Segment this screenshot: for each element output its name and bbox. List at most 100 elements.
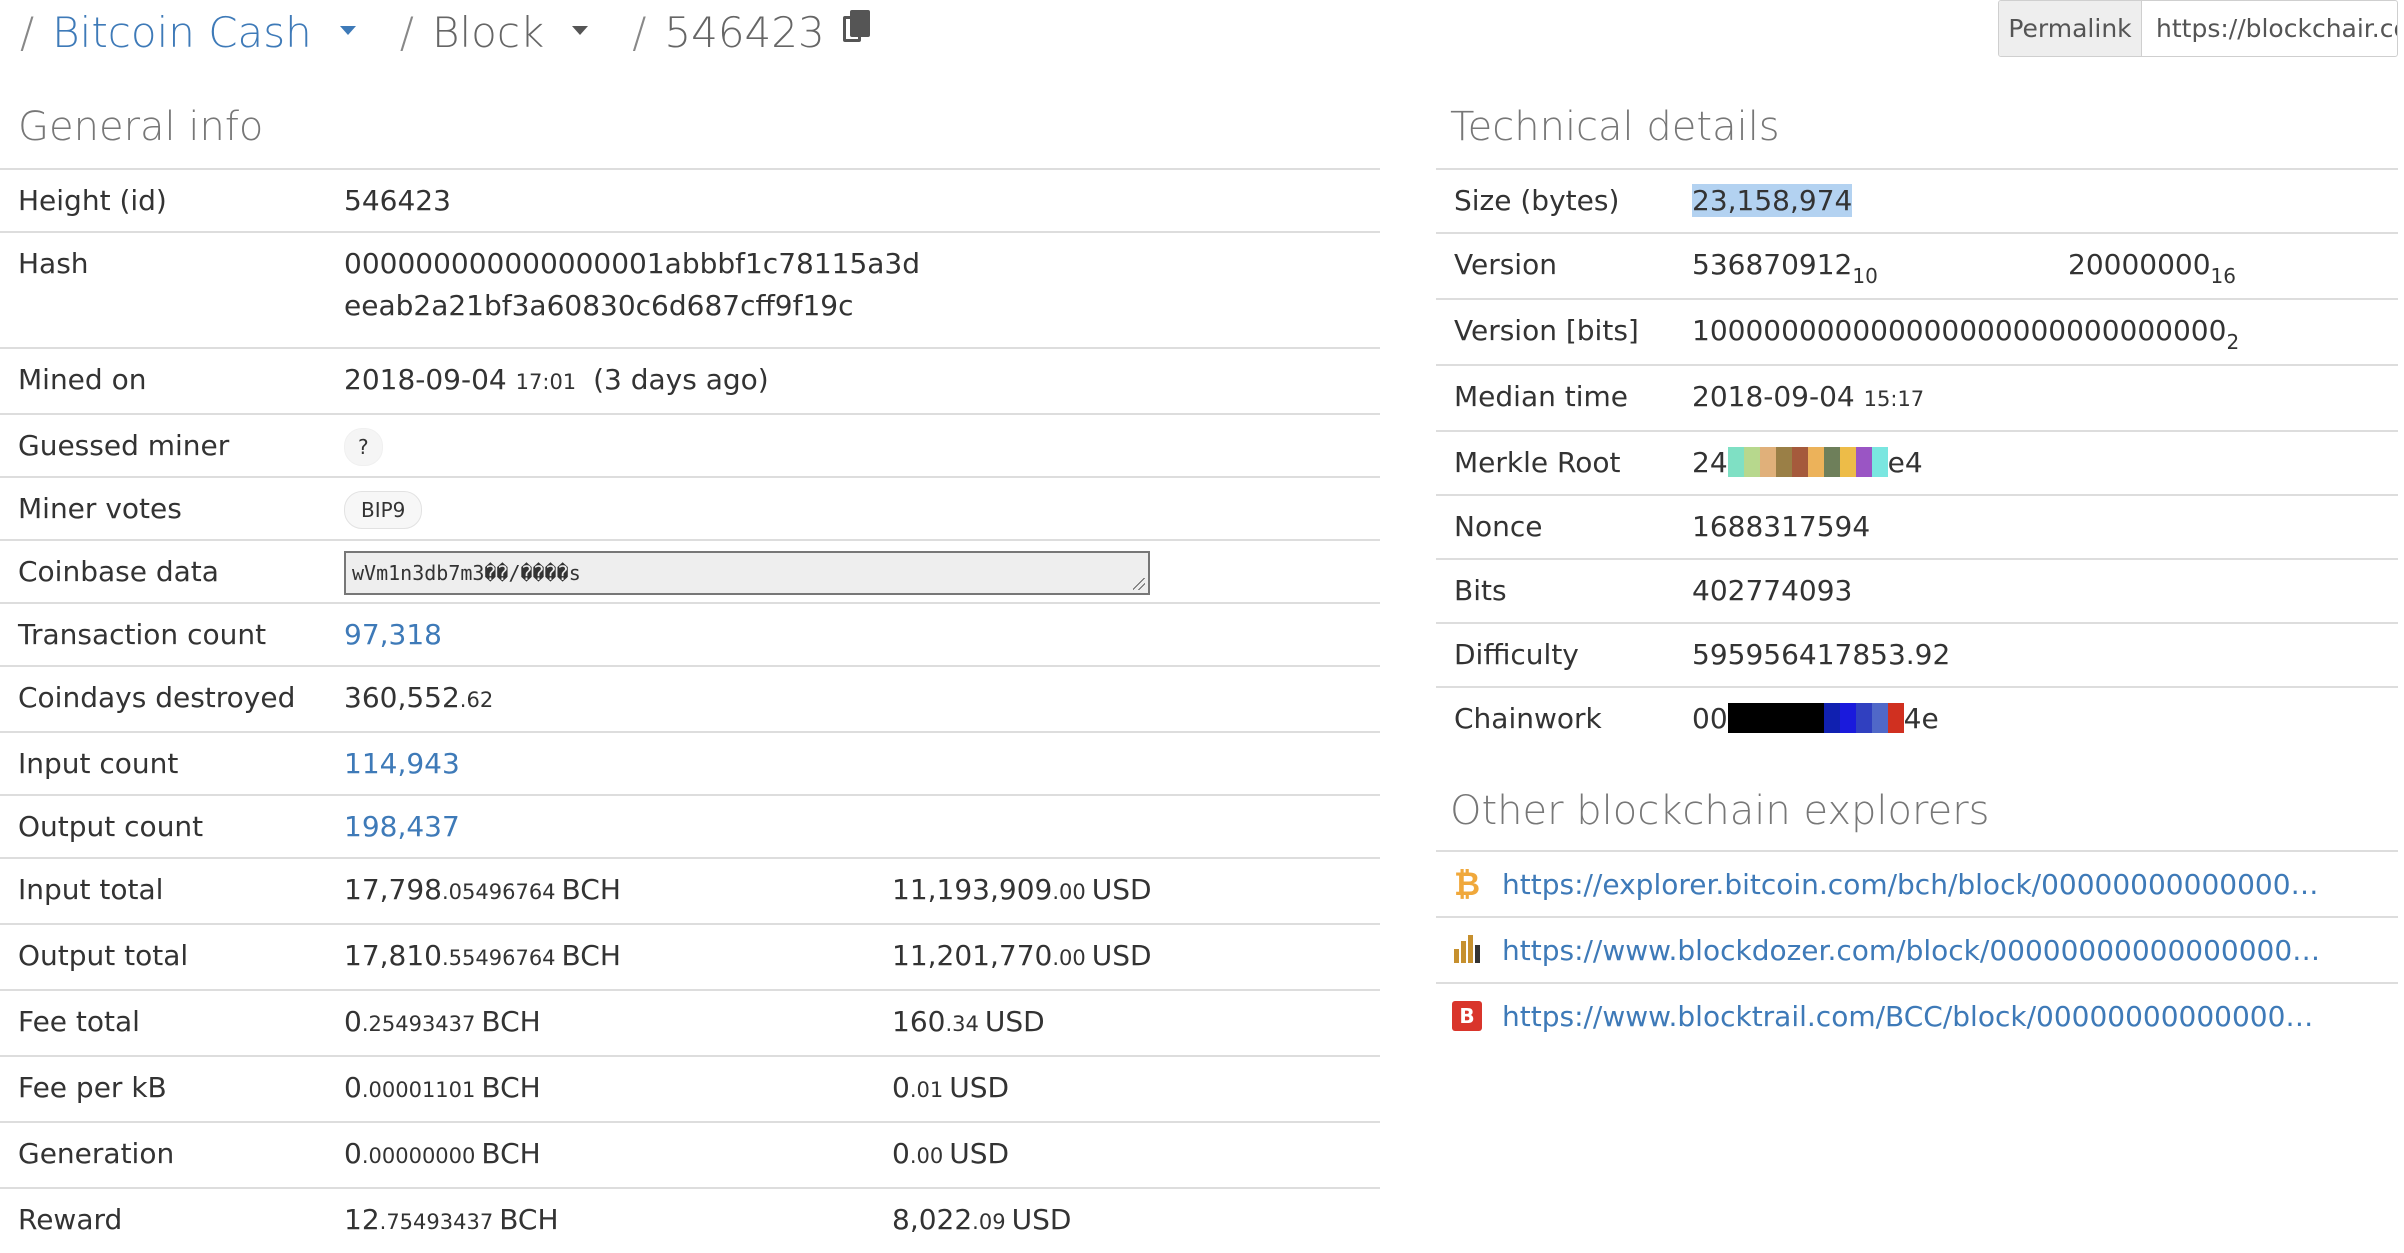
mined-date: 2018-09-04 [344,363,507,396]
hash-color-swatch [1791,447,1808,477]
output-count-link[interactable]: 198,437 [344,810,460,843]
permalink-group: Permalink https://blockchair.com [1998,0,2398,57]
coindays-value: 360,552.62 [344,666,1380,732]
row-label: Output total [18,939,189,972]
table-row: Merkle Root 24 e4 [1436,431,2399,495]
explorers-list: ₿ https://explorer.bitcoin.com/bch/block… [1436,850,2398,1048]
row-label: Fee total [18,1005,140,1038]
mined-value: 2018-09-04 17:01 (3 days ago) [344,348,1380,414]
usd-amount: 11,193,909.00 USD [892,873,1152,906]
table-row: Median time 2018-09-04 15:17 [1436,365,2399,431]
breadcrumb-separator: / [399,7,414,57]
version-bits-value: 1000000000000000000000000000002 [1692,314,2240,354]
breadcrumb-entity[interactable]: Block [432,8,544,57]
median-time-value: 2018-09-04 15:17 [1692,380,1925,413]
permalink-url-field[interactable]: https://blockchair.com [2142,1,2397,56]
hash-line-1: 000000000000000001abbbf1c78115a3d [344,247,921,280]
hash-color-swatch [1839,447,1856,477]
table-row: Output total 17,810.55496764 BCH 11,201,7… [0,924,1381,990]
table-row: Miner votes BIP9 [0,477,1381,540]
breadcrumb-chain-link[interactable]: Bitcoin Cash [52,8,312,57]
table-row: Coindays destroyed 360,552.62 [0,666,1381,732]
table-row: Output count 198,437 [0,795,1381,858]
miner-votes-badge[interactable]: BIP9 [344,491,423,529]
explorer-link-bitcoin-com[interactable]: https://explorer.bitcoin.com/bch/block/0… [1502,868,2322,901]
row-label: Chainwork [1454,702,1602,735]
row-label: Input total [18,873,164,906]
row-label: Transaction count [18,618,267,651]
bch-amount: 17,810.55496764 BCH [344,939,621,972]
coindays-frac: .62 [459,688,494,712]
permalink-button[interactable]: Permalink [1999,1,2142,56]
transaction-count-link[interactable]: 97,318 [344,618,442,651]
table-row: Bits 402774093 [1436,559,2399,623]
usd-amount: 0.00 USD [892,1137,1010,1170]
hash-value: 000000000000000001abbbf1c78115a3d eeab2a… [344,232,1380,348]
input-count-link[interactable]: 114,943 [344,747,460,780]
general-info-title: General info [18,104,264,150]
entity-dropdown-caret-icon[interactable] [572,25,589,35]
list-item: ₿ https://explorer.bitcoin.com/bch/block… [1436,850,2398,916]
height-value: 546423 [344,184,451,217]
usd-amount: 0.01 USD [892,1071,1010,1104]
breadcrumb: / Bitcoin Cash / Block / 546423 [20,2,871,62]
table-row: Coinbase data wVm1n3db7m3��/����s [0,540,1381,603]
coinbase-data-text: wVm1n3db7m3��/����s [352,561,581,585]
size-value: 23,158,974 [1692,184,1853,217]
row-label: Version [1454,248,1557,281]
table-row: Chainwork 00 4e [1436,687,2399,750]
chain-dropdown-caret-icon[interactable] [339,25,356,35]
row-label: Mined on [18,363,147,396]
row-label: Reward [18,1203,123,1236]
general-info-table: Height (id) 546423 Hash 0000000000000000… [0,168,1381,1253]
table-row: Input count 114,943 [0,732,1381,795]
row-label: Difficulty [1454,638,1579,671]
row-label: Fee per kB [18,1071,167,1104]
table-row: Generation 0.00000000 BCH 0.00 USD [0,1122,1381,1188]
row-label: Version [bits] [1454,314,1639,347]
difficulty-value: 595956417853.92 [1692,638,1951,671]
other-explorers-title: Other blockchain explorers [1450,788,1990,834]
bch-amount: 17,798.05496764 BCH [344,873,621,906]
explorer-link-blockdozer[interactable]: https://www.blockdozer.com/block/0000000… [1502,934,2322,967]
hash-color-swatch [1775,447,1792,477]
table-row: Size (bytes) 23,158,974 [1436,169,2399,233]
row-label: Size (bytes) [1454,184,1620,217]
list-item: https://www.blockdozer.com/block/0000000… [1436,916,2398,982]
explorer-link-blocktrail[interactable]: https://www.blocktrail.com/BCC/block/000… [1502,1000,2322,1033]
hash-line-2: eeab2a21bf3a60830c6d687cff9f19c [344,289,854,322]
nonce-value: 1688317594 [1692,510,1871,543]
blockdozer-icon [1452,935,1482,965]
technical-details-table: Size (bytes) 23,158,974 Version 53687091… [1436,168,2399,750]
hash-color-swatch [1775,703,1792,733]
copy-icon[interactable] [842,10,871,42]
table-row: Guessed miner ? [0,414,1381,477]
table-row: Reward 12.75493437 BCH 8,022.09 USD [0,1188,1381,1253]
guessed-miner-badge[interactable]: ? [344,428,383,466]
table-row: Version [bits] 1000000000000000000000000… [1436,299,2399,365]
table-row: Nonce 1688317594 [1436,495,2399,559]
row-label: Input count [18,747,179,780]
chainwork-color-swatches [1727,702,1904,735]
breadcrumb-separator: / [20,7,35,57]
row-label: Hash [18,247,89,280]
bits-value: 402774093 [1692,574,1853,607]
bch-amount: 0.00000000 BCH [344,1137,541,1170]
hash-color-swatch [1887,703,1904,733]
hash-color-swatch [1791,703,1808,733]
resize-grip-icon[interactable] [1133,578,1145,590]
table-row: Input total 17,798.05496764 BCH 11,193,90… [0,858,1381,924]
bch-amount: 0.00001101 BCH [344,1071,541,1104]
row-label: Height (id) [18,184,167,217]
merkle-root-color-swatches [1727,446,1888,479]
bch-amount: 0.25493437 BCH [344,1005,541,1038]
hash-color-swatch [1871,447,1888,477]
row-label: Guessed miner [18,429,230,462]
coinbase-data-textarea[interactable]: wVm1n3db7m3��/����s [344,551,1150,595]
hash-color-swatch [1855,447,1872,477]
hash-color-swatch [1759,703,1776,733]
hash-color-swatch [1727,703,1744,733]
usd-amount: 8,022.09 USD [892,1203,1072,1236]
table-row: Difficulty 595956417853.92 [1436,623,2399,687]
row-label: Generation [18,1137,175,1170]
